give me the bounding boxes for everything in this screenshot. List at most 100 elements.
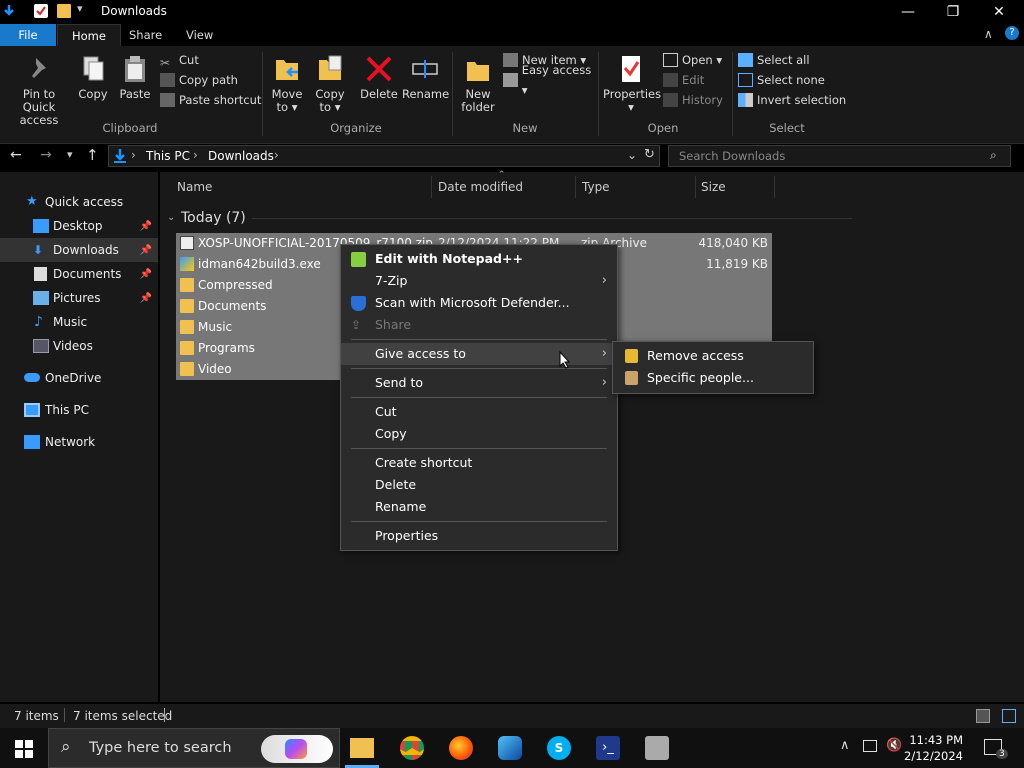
cloud-icon [24, 373, 40, 382]
large-icons-view-icon[interactable] [1002, 709, 1016, 723]
menu-item-properties[interactable]: Properties [341, 525, 617, 547]
submenu-arrow-icon: › [601, 375, 607, 390]
menu-item-send-to[interactable]: Send to › [341, 372, 617, 394]
invert-selection-icon [738, 93, 753, 107]
menu-item-specific-people[interactable]: Specific people... [613, 367, 813, 389]
sidebar-item-desktop[interactable]: Desktop 📌 [0, 214, 158, 238]
column-header-size[interactable]: Size [701, 180, 726, 194]
copilot-pill[interactable] [261, 735, 333, 763]
column-header-type[interactable]: Type [582, 180, 610, 194]
help-icon[interactable]: ? [1005, 26, 1019, 40]
paste-shortcut-icon [160, 93, 175, 107]
volume-muted-icon[interactable]: 🔇 [886, 738, 902, 753]
up-arrow-icon[interactable]: ↑ [86, 146, 99, 164]
menu-item-copy[interactable]: Copy [341, 423, 617, 445]
easy-access-button[interactable]: Easy access ▾ [503, 63, 599, 97]
breadcrumb-this-pc[interactable]: This PC [146, 149, 190, 163]
forward-arrow-icon[interactable]: → [40, 147, 52, 163]
history-button[interactable]: History [663, 90, 733, 110]
menu-item-share[interactable]: ⇪ Share [341, 314, 617, 336]
move-to-button[interactable]: Move to ▾ [268, 54, 306, 114]
menu-item-scan-defender[interactable]: Scan with Microsoft Defender... [341, 292, 617, 314]
chrome-icon[interactable] [400, 736, 424, 760]
invert-selection-button[interactable]: Invert selection [738, 90, 848, 110]
notepad-plus-plus-icon [351, 252, 366, 267]
edit-button[interactable]: Edit [663, 70, 733, 90]
sidebar-item-pictures[interactable]: Pictures 📌 [0, 286, 158, 310]
taskbar-search-input[interactable]: ⌕ Type here to search [48, 728, 340, 768]
tab-file[interactable]: File [0, 24, 56, 46]
tab-share[interactable]: Share [115, 24, 176, 46]
details-view-icon[interactable] [976, 709, 990, 723]
column-header-date[interactable]: Date modified [438, 180, 523, 194]
folder-icon [180, 299, 194, 313]
group-collapse-icon[interactable]: ⌄ [167, 212, 175, 223]
paste-shortcut-button[interactable]: Paste shortcut [160, 90, 264, 110]
taskbar-clock[interactable]: 11:43 PM 2/12/2024 [904, 732, 963, 764]
ribbon-tabs: File Home Share View ∧ ? [0, 24, 1024, 46]
sidebar-item-this-pc[interactable]: This PC [0, 398, 158, 422]
menu-item-delete[interactable]: Delete [341, 474, 617, 496]
address-bar[interactable]: › This PC › Downloads › ⌄ ↻ [108, 145, 660, 167]
sidebar-item-quick-access[interactable]: ★ Quick access [0, 190, 158, 214]
column-separator[interactable] [774, 176, 775, 198]
maximize-button[interactable]: ❐ [930, 0, 976, 24]
column-separator[interactable] [575, 176, 576, 198]
back-arrow-icon[interactable]: ← [10, 147, 22, 163]
windows-start-icon[interactable] [15, 740, 33, 761]
copy-path-button[interactable]: Copy path [160, 70, 264, 90]
powershell-icon[interactable]: ›_ [596, 736, 620, 760]
properties-qat-icon[interactable] [34, 4, 48, 18]
sidebar-item-onedrive[interactable]: OneDrive [0, 366, 158, 390]
menu-item-rename[interactable]: Rename [341, 496, 617, 518]
edge-dev-icon[interactable] [498, 736, 522, 760]
menu-item-7zip[interactable]: 7-Zip › [341, 270, 617, 292]
installer-icon[interactable] [645, 736, 669, 760]
delete-button[interactable]: Delete [358, 54, 400, 101]
copy-to-button[interactable]: Copy to ▾ [311, 54, 349, 114]
menu-item-edit-notepad[interactable]: Edit with Notepad++ [341, 248, 617, 270]
qat-dropdown-icon[interactable]: ▾ [77, 2, 83, 15]
column-header-name[interactable]: Name [177, 180, 212, 194]
tab-home[interactable]: Home [57, 24, 121, 46]
network-tray-icon[interactable] [863, 740, 877, 752]
file-explorer-taskbar-icon[interactable] [350, 738, 374, 758]
address-dropdown-icon[interactable]: ⌄ [627, 148, 637, 162]
rename-button[interactable]: Rename [402, 54, 449, 101]
tab-view[interactable]: View [172, 24, 227, 46]
column-separator[interactable] [695, 176, 696, 198]
new-folder-qat-icon[interactable] [57, 4, 71, 18]
refresh-icon[interactable]: ↻ [644, 147, 655, 162]
menu-item-remove-access[interactable]: Remove access [613, 345, 813, 367]
breadcrumb-downloads[interactable]: Downloads [208, 149, 274, 163]
sidebar-item-network[interactable]: Network [0, 430, 158, 454]
collapse-ribbon-icon[interactable]: ∧ [984, 27, 993, 41]
sidebar-item-downloads[interactable]: ⬇ Downloads 📌 [0, 238, 158, 262]
menu-item-give-access[interactable]: Give access to › [341, 343, 617, 365]
new-folder-button[interactable]: New folder [458, 54, 498, 114]
firefox-icon[interactable] [449, 736, 473, 760]
group-header-today[interactable]: Today (7) [181, 210, 246, 226]
cut-button[interactable]: ✂ Cut [160, 50, 264, 70]
easy-access-icon [503, 73, 518, 87]
menu-item-create-shortcut[interactable]: Create shortcut [341, 452, 617, 474]
select-all-button[interactable]: Select all [738, 50, 848, 70]
close-button[interactable]: ✕ [976, 0, 1022, 24]
properties-button[interactable]: Properties ▾ [603, 54, 661, 114]
skype-icon[interactable]: S [547, 736, 571, 760]
select-none-button[interactable]: Select none [738, 70, 848, 90]
pin-to-quick-access-button[interactable]: Pin to Quick access [6, 54, 72, 127]
sidebar-item-videos[interactable]: Videos [0, 334, 158, 358]
minimize-button[interactable]: — [885, 0, 931, 24]
paste-button[interactable]: Paste [118, 54, 152, 101]
recent-locations-icon[interactable]: ▾ [67, 148, 73, 161]
sidebar-item-music[interactable]: ♪ Music [0, 310, 158, 334]
copy-button[interactable]: Copy [76, 54, 110, 101]
menu-item-cut[interactable]: Cut [341, 401, 617, 423]
show-hidden-icons-icon[interactable]: ∧ [840, 738, 850, 753]
open-button[interactable]: Open ▾ [663, 50, 733, 70]
column-separator[interactable] [431, 176, 432, 198]
search-input[interactable]: Search Downloads [668, 145, 1011, 167]
network-icon [24, 435, 40, 449]
sidebar-item-documents[interactable]: Documents 📌 [0, 262, 158, 286]
